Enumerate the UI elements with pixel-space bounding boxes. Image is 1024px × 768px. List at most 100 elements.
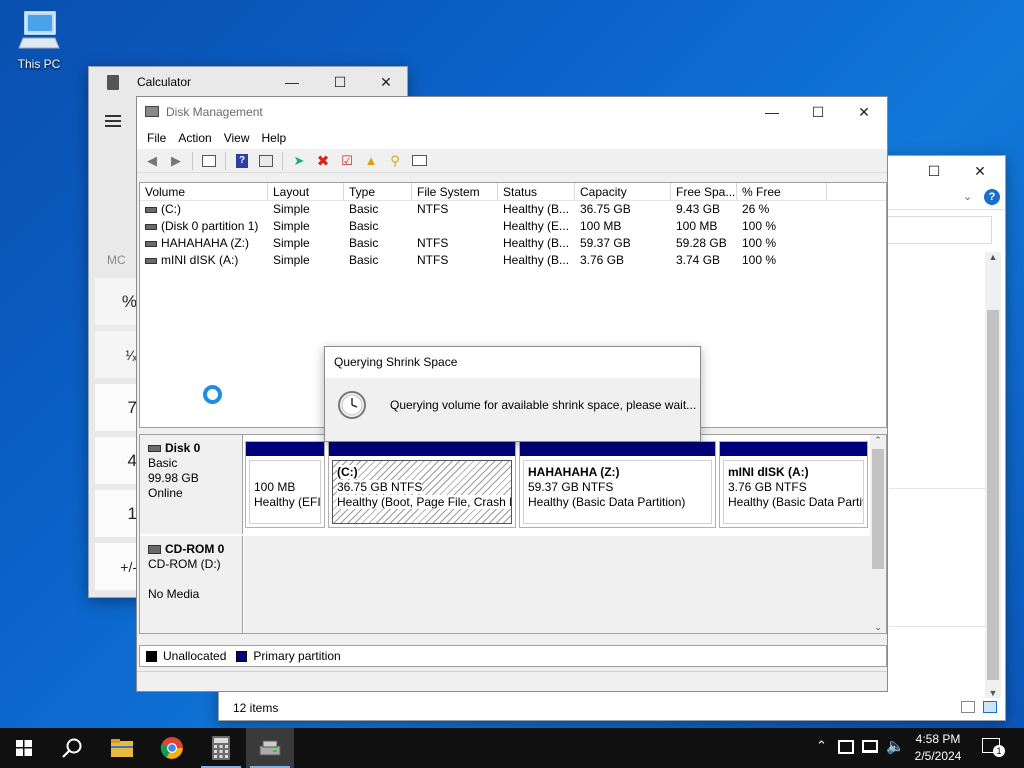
column-status[interactable]: Status (498, 183, 575, 200)
digit-1-button[interactable]: 1 (95, 490, 139, 537)
open-icon[interactable]: ▲ (360, 151, 382, 171)
menu-action[interactable]: Action (172, 131, 217, 145)
column-file-system[interactable]: File System (412, 183, 498, 200)
partition-status: Healthy (Boot, Page File, Crash Du (337, 495, 511, 509)
disk-icon (148, 445, 161, 453)
cdrom0-label[interactable]: CD-ROM 0 CD-ROM (D:) No Media (140, 536, 243, 633)
partition-size: 100 MB (254, 480, 296, 494)
search-icon[interactable]: ⚲ (384, 151, 406, 171)
scroll-up-icon[interactable]: ▲ (985, 252, 1001, 262)
partition-z[interactable]: HAHAHAHA (Z:) 59.37 GB NTFS Healthy (Bas… (519, 441, 716, 528)
layout-cell: Simple (273, 253, 310, 267)
computer-icon (18, 11, 60, 49)
negate-button[interactable]: +/- (95, 543, 139, 590)
start-button[interactable] (0, 728, 48, 768)
calculator-titlebar[interactable]: Calculator — ☐ ✕ (89, 67, 407, 97)
scroll-thumb[interactable] (872, 449, 884, 569)
scroll-thumb[interactable] (987, 310, 999, 680)
partition-a[interactable]: mINI dISK (A:) 3.76 GB NTFS Healthy (Bas… (719, 441, 868, 528)
dm-statusbar (137, 671, 887, 691)
properties-icon[interactable] (255, 151, 277, 171)
delete-icon[interactable]: ✖ (312, 151, 334, 171)
desktop-icon-this-pc[interactable]: This PC (10, 8, 68, 71)
type-cell: Basic (349, 253, 379, 267)
taskbar-search-button[interactable] (48, 728, 96, 768)
dm-titlebar[interactable]: Disk Management — ☐ ✕ (137, 97, 887, 127)
graph-scrollbar[interactable]: ⌃ ⌄ (870, 435, 886, 633)
column-layout[interactable]: Layout (268, 183, 344, 200)
partition-status: Healthy (EFI (254, 495, 321, 509)
explorer-search-box[interactable] (879, 216, 992, 244)
column-capacity[interactable]: Capacity (575, 183, 671, 200)
back-icon[interactable]: ◀ (141, 151, 163, 171)
column-percent-free[interactable]: % Free (737, 183, 827, 200)
scroll-up-icon[interactable]: ⌃ (870, 435, 886, 446)
table-row[interactable]: HAHAHAHA (Z:) Simple Basic NTFS Healthy … (140, 235, 886, 252)
table-row[interactable]: (C:) Simple Basic NTFS Healthy (B... 36.… (140, 201, 886, 218)
chevron-down-icon[interactable]: ⌄ (963, 190, 972, 203)
disk-graphical-view[interactable]: Disk 0 Basic 99.98 GB Online 100 MB Heal… (139, 434, 887, 634)
security-warning-icon[interactable] (838, 740, 854, 754)
memory-clear-button[interactable]: MC (107, 253, 126, 267)
capacity-cell: 59.37 GB (580, 236, 631, 250)
column-volume[interactable]: Volume (140, 183, 268, 200)
show-hidden-icons-icon[interactable]: ⌃ (816, 738, 827, 754)
column-type[interactable]: Type (344, 183, 412, 200)
dm-minimize-button[interactable]: — (749, 97, 795, 127)
minimize-button[interactable]: — (269, 67, 315, 97)
table-row[interactable]: mINI dISK (A:) Simple Basic NTFS Healthy… (140, 252, 886, 269)
hamburger-icon[interactable] (105, 115, 121, 127)
scroll-down-icon[interactable]: ⌄ (870, 622, 886, 633)
forward-icon[interactable]: ▶ (165, 151, 187, 171)
menu-file[interactable]: File (141, 131, 172, 145)
reciprocal-button[interactable]: ¹⁄ₓ (95, 331, 139, 378)
volume-cell: (Disk 0 partition 1) (140, 218, 268, 235)
calculator-taskbar-button[interactable] (197, 728, 245, 768)
notification-center-button[interactable]: 1 (982, 738, 1005, 757)
list-icon[interactable] (408, 151, 430, 171)
network-icon[interactable] (862, 740, 878, 753)
console-tree-icon[interactable] (198, 151, 220, 171)
partition-title: (C:) (337, 465, 358, 479)
chrome-taskbar-button[interactable] (148, 728, 196, 768)
drive-icon (145, 257, 157, 264)
partition-body: 100 MB Healthy (EFI (249, 460, 321, 524)
dm-maximize-button[interactable]: ☐ (795, 97, 841, 127)
dm-close-button[interactable]: ✕ (841, 97, 887, 127)
desktop-icon-label: This PC (17, 57, 61, 71)
menu-view[interactable]: View (218, 131, 256, 145)
column-free-space[interactable]: Free Spa... (671, 183, 737, 200)
check-icon[interactable]: ☑ (336, 151, 358, 171)
details-view-icon[interactable] (961, 701, 975, 713)
free-cell: 100 MB (676, 219, 718, 233)
partition-c[interactable]: (C:) 36.75 GB NTFS Healthy (Boot, Page F… (328, 441, 516, 528)
digit-4-button[interactable]: 4 (95, 437, 139, 484)
clock[interactable]: 4:58 PM 2/5/2024 (908, 731, 968, 765)
help-icon[interactable]: ? (231, 151, 253, 171)
close-button[interactable]: ✕ (363, 67, 409, 97)
disk0-label[interactable]: Disk 0 Basic 99.98 GB Online (140, 435, 243, 534)
percent-button[interactable]: % (95, 278, 139, 325)
partition-efi[interactable]: 100 MB Healthy (EFI (245, 441, 325, 528)
volume-muted-icon[interactable]: 🔈 (886, 737, 905, 755)
digit-7-button[interactable]: 7 (95, 384, 139, 431)
table-row[interactable]: (Disk 0 partition 1) Simple Basic Health… (140, 218, 886, 235)
querying-shrink-dialog[interactable]: Querying Shrink Space Querying volume fo… (324, 346, 701, 442)
disk-management-taskbar-button[interactable] (246, 728, 294, 768)
help-icon[interactable]: ? (984, 189, 1000, 205)
explorer-maximize-button[interactable]: ☐ (911, 156, 957, 186)
large-icons-view-icon[interactable] (983, 701, 997, 713)
explorer-scrollbar[interactable]: ▲ ▼ (985, 252, 1001, 698)
pct-cell: 100 % (742, 253, 777, 267)
disk-management-icon (259, 740, 281, 756)
file-explorer-taskbar-button[interactable] (98, 728, 146, 768)
explorer-close-button[interactable]: ✕ (957, 156, 1003, 186)
menu-help[interactable]: Help (256, 131, 293, 145)
connect-icon[interactable]: ➤ (288, 151, 310, 171)
maximize-button[interactable]: ☐ (317, 67, 363, 97)
volume-name: HAHAHAHA (Z:) (161, 236, 250, 250)
partition-color-bar (329, 442, 515, 456)
fs-cell: NTFS (417, 202, 449, 216)
legend-unallocated-label: Unallocated (163, 649, 227, 663)
busy-cursor-icon (203, 385, 222, 404)
